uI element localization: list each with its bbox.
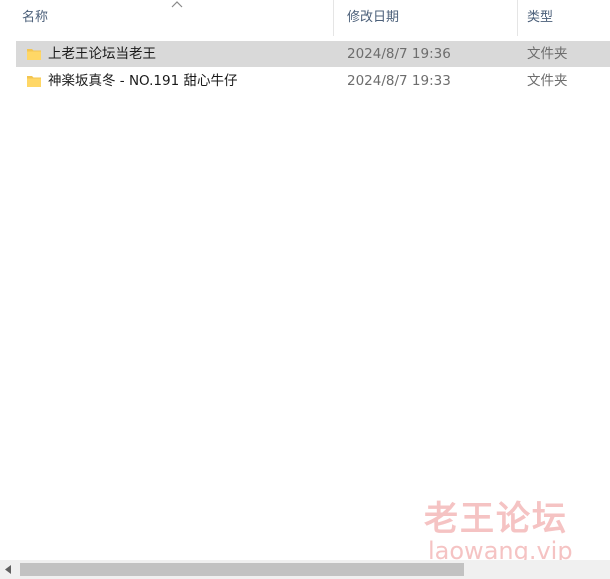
scrollbar-thumb[interactable] bbox=[20, 563, 464, 576]
column-header-bar: 名称 修改日期 类型 bbox=[0, 0, 610, 36]
file-name: 上老王论坛当老王 bbox=[48, 46, 156, 62]
folder-icon bbox=[27, 76, 41, 87]
file-name: 神楽坂真冬 - NO.191 甜心牛仔 bbox=[48, 73, 238, 89]
file-modified-date: 2024/8/7 19:36 bbox=[347, 46, 451, 62]
column-divider[interactable] bbox=[333, 0, 334, 36]
file-row[interactable]: 神楽坂真冬 - NO.191 甜心牛仔 2024/8/7 19:33 文件夹 bbox=[16, 68, 610, 94]
file-modified-date: 2024/8/7 19:33 bbox=[347, 73, 451, 89]
file-explorer-window: 名称 修改日期 类型 上老王论坛当老王 2024/8/7 19:36 文件夹 神… bbox=[0, 0, 610, 579]
column-header-name[interactable]: 名称 bbox=[22, 0, 332, 36]
column-header-date-modified[interactable]: 修改日期 bbox=[347, 0, 507, 36]
watermark-title: 老王论坛 bbox=[424, 499, 568, 539]
horizontal-scrollbar[interactable] bbox=[0, 560, 610, 579]
column-divider[interactable] bbox=[517, 0, 518, 36]
folder-icon bbox=[27, 49, 41, 60]
scroll-left-arrow-icon[interactable] bbox=[4, 565, 12, 574]
file-type: 文件夹 bbox=[527, 46, 568, 62]
column-header-type[interactable]: 类型 bbox=[527, 0, 597, 36]
file-row[interactable]: 上老王论坛当老王 2024/8/7 19:36 文件夹 bbox=[16, 41, 610, 67]
file-type: 文件夹 bbox=[527, 73, 568, 89]
